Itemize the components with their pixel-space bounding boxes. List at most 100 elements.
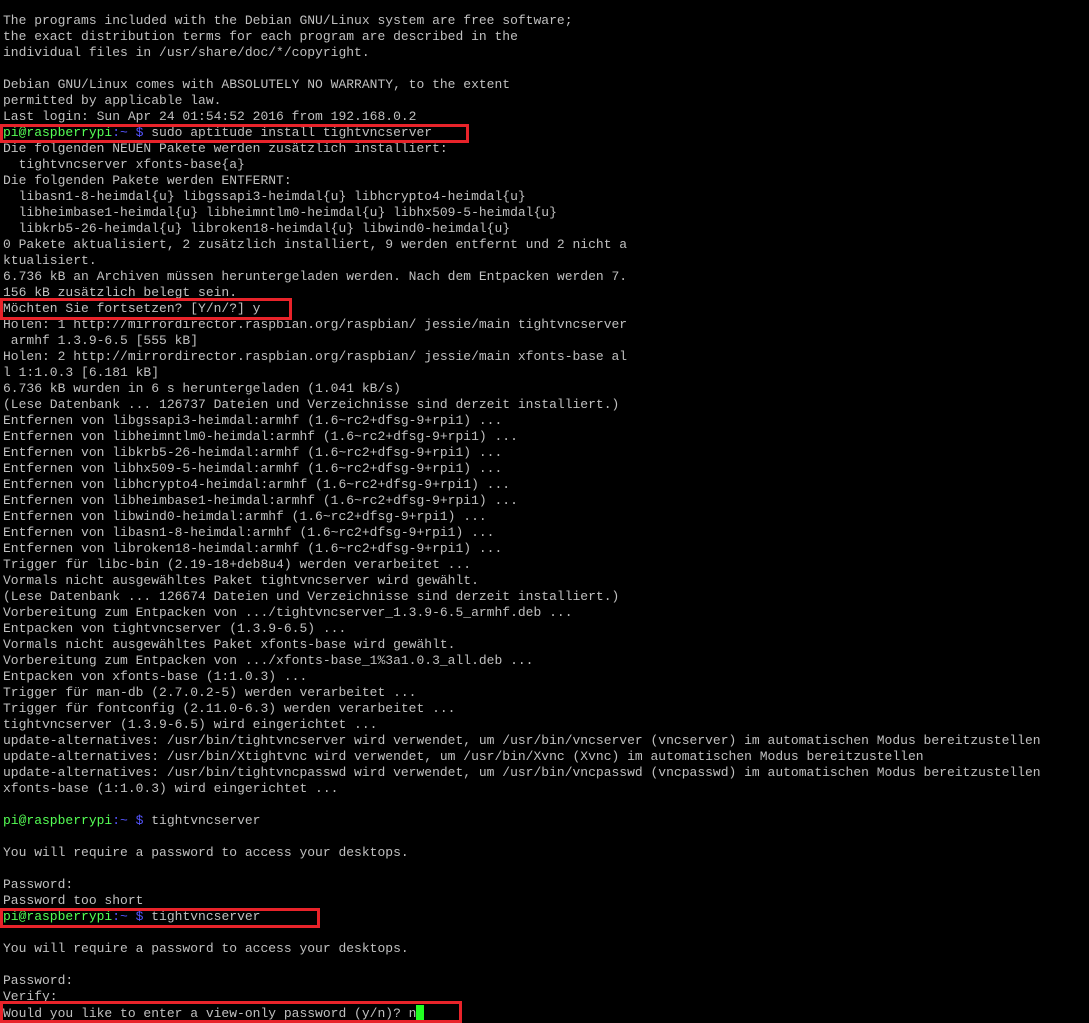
prompt-user: pi@raspberrypi <box>3 909 113 924</box>
output-text: Vormals nicht ausgewähltes Paket tightvn… <box>3 573 479 588</box>
output-line: Holen: 2 http://mirrordirector.raspbian.… <box>3 349 1041 365</box>
output-text: Debian GNU/Linux comes with ABSOLUTELY N… <box>3 77 511 92</box>
output-text: Die folgenden Pakete werden ENTFERNT: <box>3 173 292 188</box>
output-line: Die folgenden NEUEN Pakete werden zusätz… <box>3 141 1041 157</box>
output-text: Entfernen von libroken18-heimdal:armhf (… <box>3 541 503 556</box>
output-line: Entfernen von libwind0-heimdal:armhf (1.… <box>3 509 1041 525</box>
output-line: 6.736 kB an Archiven müssen heruntergela… <box>3 269 1041 285</box>
output-line: 156 kB zusätzlich belegt sein. <box>3 285 1041 301</box>
output-line: Vormals nicht ausgewähltes Paket tightvn… <box>3 573 1041 589</box>
output-line: libasn1-8-heimdal{u} libgssapi3-heimdal{… <box>3 189 1041 205</box>
output-text: Would you like to enter a view-only pass… <box>3 1006 417 1021</box>
terminal-output[interactable]: The programs included with the Debian GN… <box>3 13 1041 1021</box>
prompt-line: pi@raspberrypi:~ $ tightvncserver <box>3 813 1041 829</box>
output-line: Entfernen von libasn1-8-heimdal:armhf (1… <box>3 525 1041 541</box>
output-line: Entpacken von tightvncserver (1.3.9-6.5)… <box>3 621 1041 637</box>
output-text: Entfernen von libheimntlm0-heimdal:armhf… <box>3 429 518 444</box>
output-line: You will require a password to access yo… <box>3 845 1041 861</box>
prompt-line: pi@raspberrypi:~ $ tightvncserver <box>3 909 1041 925</box>
output-text: Entfernen von libgssapi3-heimdal:armhf (… <box>3 413 503 428</box>
output-line: update-alternatives: /usr/bin/Xtightvnc … <box>3 749 1041 765</box>
output-text: Last login: Sun Apr 24 01:54:52 2016 fro… <box>3 109 417 124</box>
output-text: Holen: 1 http://mirrordirector.raspbian.… <box>3 317 628 332</box>
output-line: xfonts-base (1:1.0.3) wird eingerichtet … <box>3 781 1041 797</box>
output-line: Vormals nicht ausgewähltes Paket xfonts-… <box>3 637 1041 653</box>
output-text: You will require a password to access yo… <box>3 941 409 956</box>
output-text: 156 kB zusätzlich belegt sein. <box>3 285 238 300</box>
output-line: Trigger für fontconfig (2.11.0-6.3) werd… <box>3 701 1041 717</box>
output-text: permitted by applicable law. <box>3 93 222 108</box>
output-line: Last login: Sun Apr 24 01:54:52 2016 fro… <box>3 109 1041 125</box>
output-text: (Lese Datenbank ... 126674 Dateien und V… <box>3 589 620 604</box>
output-text: Password: <box>3 877 74 892</box>
output-line: the exact distribution terms for each pr… <box>3 29 1041 45</box>
output-line: Debian GNU/Linux comes with ABSOLUTELY N… <box>3 77 1041 93</box>
output-text: Entfernen von libheimbase1-heimdal:armhf… <box>3 493 518 508</box>
output-text: libkrb5-26-heimdal{u} libroken18-heimdal… <box>3 221 511 236</box>
prompt-path: :~ $ <box>112 813 144 828</box>
output-line: Vorbereitung zum Entpacken von .../tight… <box>3 605 1041 621</box>
output-text: Trigger für libc-bin (2.19-18+deb8u4) we… <box>3 557 472 572</box>
output-text: Entpacken von xfonts-base (1:1.0.3) ... <box>3 669 308 684</box>
output-text: update-alternatives: /usr/bin/tightvncse… <box>3 733 1041 748</box>
output-text: armhf 1.3.9-6.5 [555 kB] <box>3 333 199 348</box>
output-text: xfonts-base (1:1.0.3) wird eingerichtet … <box>3 781 339 796</box>
text-cursor[interactable] <box>416 1005 425 1020</box>
prompt-user: pi@raspberrypi <box>3 125 113 140</box>
output-text: Trigger für fontconfig (2.11.0-6.3) werd… <box>3 701 456 716</box>
output-text: Vorbereitung zum Entpacken von .../tight… <box>3 605 573 620</box>
output-line: Möchten Sie fortsetzen? [Y/n/?] y <box>3 301 1041 317</box>
output-text: The programs included with the Debian GN… <box>3 13 573 28</box>
prompt-line: pi@raspberrypi:~ $ sudo aptitude install… <box>3 125 1041 141</box>
output-line: Entfernen von libhx509-5-heimdal:armhf (… <box>3 461 1041 477</box>
output-text: tightvncserver xfonts-base{a} <box>3 157 245 172</box>
output-line: Entfernen von libhcrypto4-heimdal:armhf … <box>3 477 1041 493</box>
output-line: update-alternatives: /usr/bin/tightvncse… <box>3 733 1041 749</box>
output-line: Password: <box>3 877 1041 893</box>
output-line: Password: <box>3 973 1041 989</box>
output-text: Entfernen von libwind0-heimdal:armhf (1.… <box>3 509 487 524</box>
output-text: the exact distribution terms for each pr… <box>3 29 518 44</box>
output-line: 6.736 kB wurden in 6 s heruntergeladen (… <box>3 381 1041 397</box>
output-text: Holen: 2 http://mirrordirector.raspbian.… <box>3 349 628 364</box>
output-line: Entfernen von libheimntlm0-heimdal:armhf… <box>3 429 1041 445</box>
output-text: Password too short <box>3 893 144 908</box>
output-text: 6.736 kB an Archiven müssen heruntergela… <box>3 269 628 284</box>
output-text: Möchten Sie fortsetzen? [Y/n/?] y <box>3 301 261 316</box>
output-line: Entfernen von libroken18-heimdal:armhf (… <box>3 541 1041 557</box>
output-text: 6.736 kB wurden in 6 s heruntergeladen (… <box>3 381 401 396</box>
output-line: Verify: <box>3 989 1041 1005</box>
output-line: tightvncserver (1.3.9-6.5) wird eingeric… <box>3 717 1041 733</box>
output-text: Entpacken von tightvncserver (1.3.9-6.5)… <box>3 621 347 636</box>
output-line: Holen: 1 http://mirrordirector.raspbian.… <box>3 317 1041 333</box>
output-text: Entfernen von libhcrypto4-heimdal:armhf … <box>3 477 511 492</box>
terminal-window[interactable]: { "terminal": { "prompt_user": "pi@raspb… <box>0 0 1089 1023</box>
output-text: ktualisiert. <box>3 253 97 268</box>
output-line: Would you like to enter a view-only pass… <box>3 1005 1041 1021</box>
output-line: libheimbase1-heimdal{u} libheimntlm0-hei… <box>3 205 1041 221</box>
output-line: Vorbereitung zum Entpacken von .../xfont… <box>3 653 1041 669</box>
output-line: Die folgenden Pakete werden ENTFERNT: <box>3 173 1041 189</box>
output-text: libasn1-8-heimdal{u} libgssapi3-heimdal{… <box>3 189 526 204</box>
prompt-user: pi@raspberrypi <box>3 813 113 828</box>
output-line: Entfernen von libkrb5-26-heimdal:armhf (… <box>3 445 1041 461</box>
output-text: 0 Pakete aktualisiert, 2 zusätzlich inst… <box>3 237 628 252</box>
output-text: (Lese Datenbank ... 126737 Dateien und V… <box>3 397 620 412</box>
prompt-path: :~ $ <box>112 125 144 140</box>
output-line: libkrb5-26-heimdal{u} libroken18-heimdal… <box>3 221 1041 237</box>
output-line: Entpacken von xfonts-base (1:1.0.3) ... <box>3 669 1041 685</box>
command-text: tightvncserver <box>151 813 261 828</box>
output-line: update-alternatives: /usr/bin/tightvncpa… <box>3 765 1041 781</box>
output-text: Trigger für man-db (2.7.0.2-5) werden ve… <box>3 685 417 700</box>
output-text: libheimbase1-heimdal{u} libheimntlm0-hei… <box>3 205 557 220</box>
output-line: The programs included with the Debian GN… <box>3 13 1041 29</box>
output-line: tightvncserver xfonts-base{a} <box>3 157 1041 173</box>
output-line: 0 Pakete aktualisiert, 2 zusätzlich inst… <box>3 237 1041 253</box>
output-text: Vorbereitung zum Entpacken von .../xfont… <box>3 653 534 668</box>
